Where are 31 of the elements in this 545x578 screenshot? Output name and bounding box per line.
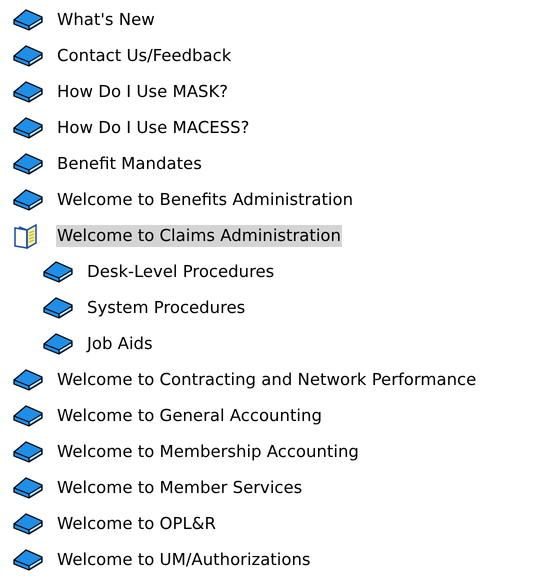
tree-item[interactable]: Welcome to Membership Accounting xyxy=(56,441,360,463)
book-icon xyxy=(42,332,74,356)
book-icon xyxy=(12,440,44,464)
book-icon xyxy=(12,44,44,68)
tree-item[interactable]: System Procedures xyxy=(86,297,246,319)
tree-item[interactable]: How Do I Use MASK? xyxy=(56,81,230,103)
tree-item[interactable]: Welcome to Contracting and Network Performance xyxy=(56,369,478,391)
tree-item[interactable]: Job Aids xyxy=(86,333,154,355)
book-icon xyxy=(12,8,44,32)
book-icon xyxy=(12,368,44,392)
book-icon xyxy=(12,548,44,572)
tree-item[interactable]: Welcome to Benefits Administration xyxy=(56,189,354,211)
book-icon xyxy=(12,116,44,140)
book-icon xyxy=(12,476,44,500)
tree-item[interactable]: Contact Us/Feedback xyxy=(56,45,232,67)
book-icon xyxy=(12,80,44,104)
book-icon xyxy=(42,260,74,284)
book-icon xyxy=(12,512,44,536)
tree-item[interactable]: Welcome to Member Services xyxy=(56,477,304,499)
book-icon xyxy=(12,152,44,176)
tree-item[interactable]: What's New xyxy=(56,9,156,31)
book-icon xyxy=(42,296,74,320)
book-icon xyxy=(12,188,44,212)
tree-item[interactable]: How Do I Use MACESS? xyxy=(56,117,250,139)
tree-item[interactable]: Desk-Level Procedures xyxy=(86,261,276,283)
tree-item[interactable]: Welcome to General Accounting xyxy=(56,405,323,427)
tree-item[interactable]: Welcome to OPL&R xyxy=(56,513,217,535)
tree-item[interactable]: Welcome to UM/Authorizations xyxy=(56,549,312,571)
book-icon xyxy=(12,404,44,428)
tree-item[interactable]: Welcome to Claims Administration xyxy=(56,225,342,247)
tree-item[interactable]: Benefit Mandates xyxy=(56,153,203,175)
